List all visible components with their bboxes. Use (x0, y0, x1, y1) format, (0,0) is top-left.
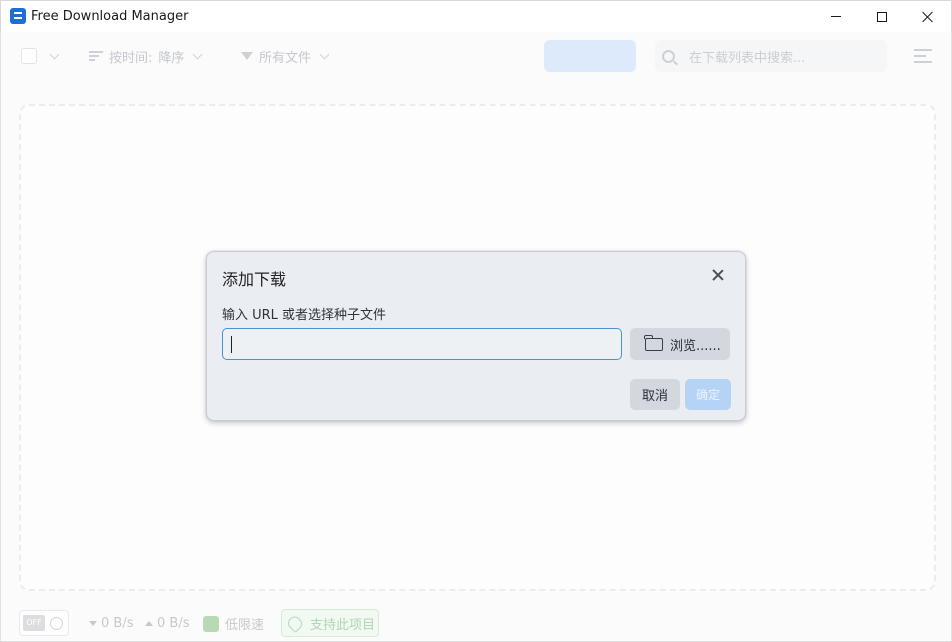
dialog-title: 添加下载 (222, 270, 287, 289)
browse-button[interactable]: 浏览...... (630, 328, 730, 360)
close-window-button[interactable] (905, 1, 951, 32)
dialog-close-icon[interactable] (710, 267, 726, 283)
url-prompt-label: 输入 URL 或者选择种子文件 (222, 308, 387, 323)
minimize-icon (831, 16, 841, 17)
window-title: Free Download Manager (31, 9, 189, 24)
add-download-dialog: 添加下载 输入 URL 或者选择种子文件 浏览...... 取消 确定 (206, 251, 746, 421)
url-input[interactable] (222, 328, 622, 360)
cancel-button[interactable]: 取消 (630, 379, 680, 410)
minimize-button[interactable] (813, 1, 859, 32)
browse-label: 浏览...... (670, 338, 721, 354)
title-bar: Free Download Manager (0, 0, 952, 32)
app-logo-icon (10, 8, 26, 24)
folder-open-icon (644, 334, 663, 351)
ok-button[interactable]: 确定 (685, 379, 731, 410)
close-icon (922, 11, 934, 23)
text-cursor (231, 336, 232, 353)
maximize-icon (877, 11, 887, 22)
maximize-button[interactable] (859, 1, 905, 32)
